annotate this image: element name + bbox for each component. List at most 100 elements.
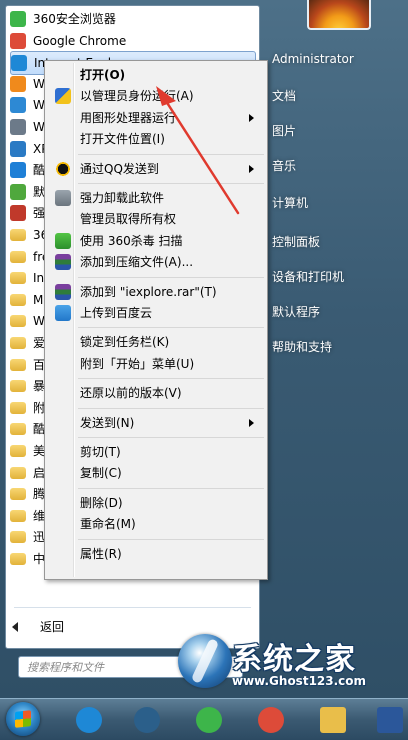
menu-item[interactable]: 剪切(T) xyxy=(48,442,262,462)
menu-item[interactable]: 添加到压缩文件(A)... xyxy=(48,252,262,272)
menu-item-label: 复制(C) xyxy=(80,466,122,481)
menu-item[interactable]: 用图形处理器运行 xyxy=(48,108,262,128)
menu-item[interactable]: 发送到(N) xyxy=(48,413,262,433)
taskbar-button[interactable] xyxy=(66,703,112,736)
program-label: 360安全浏览器 xyxy=(33,12,116,26)
kugou-icon xyxy=(10,162,26,179)
menu-item[interactable]: 添加到 "iexplore.rar"(T) xyxy=(48,282,262,302)
folder-icon xyxy=(10,337,26,349)
user-avatar[interactable] xyxy=(307,0,371,30)
start-orb-icon[interactable] xyxy=(6,702,40,736)
menu-item-label: 属性(R) xyxy=(80,546,122,561)
default-programs-icon xyxy=(10,183,26,200)
menu-item[interactable]: 上传到百度云 xyxy=(48,303,262,323)
taskbar-button[interactable] xyxy=(248,703,294,736)
back-button[interactable]: 返回 xyxy=(12,618,64,635)
menu-item[interactable]: 打开文件位置(I) xyxy=(48,129,262,149)
chrome-icon xyxy=(10,32,26,49)
menu-item[interactable]: 管理员取得所有权 xyxy=(48,209,262,229)
back-label: 返回 xyxy=(40,620,65,634)
menu-item-label: 管理员取得所有权 xyxy=(80,212,177,227)
program-label: Google Chrome xyxy=(33,33,127,48)
places-item[interactable]: 控制面板 xyxy=(272,233,320,250)
menu-item[interactable]: 重命名(M) xyxy=(48,514,262,534)
360-shield-icon xyxy=(55,232,71,249)
trash-icon xyxy=(55,190,71,206)
menu-item-label: 以管理员身份运行(A) xyxy=(80,89,194,104)
places-item[interactable]: 计算机 xyxy=(272,194,308,211)
menu-item-label: 用图形处理器运行 xyxy=(80,110,177,125)
submenu-arrow-icon xyxy=(249,418,254,427)
menu-separator xyxy=(78,378,264,380)
menu-item[interactable]: 附到「开始」菜单(U) xyxy=(48,354,262,374)
menu-item-label: 使用 360杀毒 扫描 xyxy=(80,233,183,248)
menu-separator xyxy=(78,327,264,329)
places-item[interactable]: 设备和打印机 xyxy=(272,268,344,285)
uninstall-icon xyxy=(10,205,26,222)
baidu-cloud-icon xyxy=(55,305,71,321)
places-item[interactable]: 文档 xyxy=(272,87,296,104)
menu-item[interactable]: 以管理员身份运行(A) xyxy=(48,86,262,106)
watermark-title: 系统之家 xyxy=(232,642,356,677)
windows-icon xyxy=(10,97,26,114)
menu-item-label: 添加到 "iexplore.rar"(T) xyxy=(80,284,217,299)
menu-item[interactable]: 还原以前的版本(V) xyxy=(48,383,262,403)
submenu-arrow-icon xyxy=(249,113,254,122)
taskbar-button[interactable] xyxy=(372,703,408,736)
menu-item-label: 锁定到任务栏(K) xyxy=(80,335,170,350)
taskbar-button[interactable] xyxy=(124,703,170,736)
uac-shield-icon xyxy=(55,88,71,105)
taskbar xyxy=(0,698,408,740)
menu-item[interactable]: 打开(O) xyxy=(48,65,262,85)
places-item[interactable]: 图片 xyxy=(272,122,296,139)
fax-icon xyxy=(10,119,26,135)
winrar-icon xyxy=(55,254,71,271)
menu-separator xyxy=(78,437,264,438)
folder-icon xyxy=(10,488,26,501)
pane-divider xyxy=(14,607,251,608)
xps-icon xyxy=(10,140,26,157)
menu-item-label: 重命名(M) xyxy=(80,517,136,532)
menu-item[interactable]: 属性(R) xyxy=(48,544,262,564)
program-item[interactable]: Google Chrome xyxy=(10,30,254,52)
menu-item[interactable]: 删除(D) xyxy=(48,493,262,513)
menu-item-label: 通过QQ发送到 xyxy=(80,161,159,176)
menu-separator xyxy=(78,183,264,184)
folder-icon xyxy=(10,293,26,306)
folder-icon xyxy=(10,358,26,371)
watermark-logo xyxy=(178,634,232,688)
menu-item[interactable]: 强力卸载此软件 xyxy=(48,188,262,208)
wmp-icon xyxy=(10,75,26,92)
menu-item-label: 添加到压缩文件(A)... xyxy=(80,255,194,270)
folder-icon xyxy=(10,401,26,414)
menu-separator xyxy=(78,487,264,489)
explorer-folder-icon xyxy=(320,706,346,733)
back-arrow-icon xyxy=(12,621,18,632)
browser-360-icon xyxy=(196,706,222,733)
folder-icon xyxy=(10,466,26,479)
places-item[interactable]: 帮助和支持 xyxy=(272,338,332,355)
menu-item-label: 剪切(T) xyxy=(80,445,121,459)
taskbar-button[interactable] xyxy=(310,703,356,736)
folder-icon xyxy=(10,509,26,522)
taskbar-button[interactable] xyxy=(186,703,232,736)
menu-separator xyxy=(78,153,264,155)
places-item[interactable]: Administrator xyxy=(272,52,354,66)
context-menu: 打开(O) 以管理员身份运行(A) 用图形处理器运行 打开文件位置(I) 通过QQ发送到… xyxy=(44,60,268,580)
menu-item[interactable]: 使用 360杀毒 扫描 xyxy=(48,231,262,251)
menu-item-label: 打开文件位置(I) xyxy=(80,132,165,147)
places-item[interactable]: 默认程序 xyxy=(272,303,320,320)
folder-icon xyxy=(10,272,26,285)
menu-item[interactable]: 复制(C) xyxy=(48,463,262,483)
media-player-icon xyxy=(134,706,160,733)
menu-item[interactable]: 锁定到任务栏(K) xyxy=(48,332,262,352)
word-icon xyxy=(377,706,403,733)
folder-icon xyxy=(10,445,26,457)
chrome-icon xyxy=(258,706,284,733)
browser-360-icon xyxy=(10,11,26,27)
program-item[interactable]: 360安全浏览器 xyxy=(10,8,254,30)
places-item[interactable]: 音乐 xyxy=(272,157,296,174)
qq-icon xyxy=(55,160,71,177)
menu-item[interactable]: 通过QQ发送到 xyxy=(48,159,262,179)
ie-icon xyxy=(76,706,102,733)
